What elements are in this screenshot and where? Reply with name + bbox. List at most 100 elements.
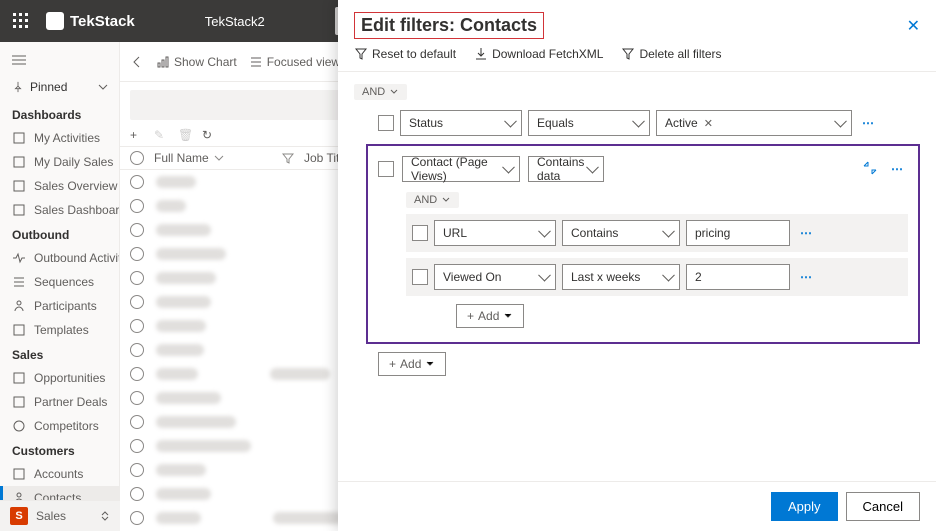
download-fetchxml-button[interactable]: Download FetchXML bbox=[474, 47, 603, 61]
focus-icon bbox=[249, 55, 263, 69]
row-more-menu[interactable]: ⋯ bbox=[796, 270, 817, 284]
row-select[interactable] bbox=[130, 367, 144, 381]
row-select[interactable] bbox=[130, 175, 144, 189]
nav-item-outbound-activities[interactable]: Outbound Activities bbox=[0, 246, 119, 270]
updown-icon bbox=[100, 511, 110, 521]
nav-item-my-activities[interactable]: My Activities bbox=[0, 126, 119, 150]
cell-blurred bbox=[156, 320, 206, 332]
opportunity-icon bbox=[12, 371, 26, 385]
nav-item-templates[interactable]: Templates bbox=[0, 318, 119, 342]
delete-all-filters-button[interactable]: Delete all filters bbox=[621, 47, 721, 61]
row-select[interactable] bbox=[130, 319, 144, 333]
row-select[interactable] bbox=[130, 199, 144, 213]
operator-select-lastxweeks[interactable]: Last x weeks bbox=[562, 264, 680, 290]
apply-button[interactable]: Apply bbox=[771, 492, 838, 521]
new-row-button[interactable]: + bbox=[130, 128, 144, 142]
nav-item-partner-deals[interactable]: Partner Deals bbox=[0, 390, 119, 414]
value-select-active[interactable]: Active✕ bbox=[656, 110, 852, 136]
nav-item-opportunities[interactable]: Opportunities bbox=[0, 366, 119, 390]
row-select[interactable] bbox=[130, 247, 144, 261]
account-icon bbox=[12, 467, 26, 481]
row-select[interactable] bbox=[130, 271, 144, 285]
row-checkbox[interactable] bbox=[378, 115, 394, 131]
filter-reset-icon bbox=[354, 47, 368, 61]
area-switcher[interactable]: S Sales bbox=[0, 500, 120, 531]
sitemap-nav: Pinned Dashboards My Activities My Daily… bbox=[0, 42, 120, 531]
field-select-url[interactable]: URL bbox=[434, 220, 556, 246]
nav-collapse-button[interactable] bbox=[0, 50, 119, 76]
related-entity-select[interactable]: Contact (Page Views) bbox=[402, 156, 520, 182]
nav-item-sales-overview[interactable]: Sales Overview bbox=[0, 174, 119, 198]
collapse-group-button[interactable] bbox=[863, 161, 879, 177]
nav-item-participants[interactable]: Participants bbox=[0, 294, 119, 318]
row-select[interactable] bbox=[130, 463, 144, 477]
inner-and-group[interactable]: AND bbox=[406, 192, 459, 208]
cell-blurred bbox=[270, 368, 330, 380]
chevron-down-icon bbox=[441, 195, 451, 205]
app-launcher[interactable] bbox=[0, 0, 42, 42]
operator-select-equals[interactable]: Equals bbox=[528, 110, 650, 136]
value-input-weeks[interactable] bbox=[686, 264, 790, 290]
focused-view-button[interactable]: Focused view bbox=[249, 55, 340, 69]
row-select[interactable] bbox=[130, 295, 144, 309]
show-chart-button[interactable]: Show Chart bbox=[156, 55, 237, 69]
row-more-menu[interactable]: ⋯ bbox=[858, 116, 879, 130]
row-checkbox[interactable] bbox=[412, 225, 428, 241]
row-select[interactable] bbox=[130, 487, 144, 501]
nav-section-sales: Sales bbox=[0, 342, 119, 366]
filter-icon bbox=[282, 152, 294, 164]
add-condition-outer-button[interactable]: + Add bbox=[378, 352, 446, 376]
cell-blurred bbox=[156, 488, 211, 500]
add-condition-inner-button[interactable]: + Add bbox=[456, 304, 524, 328]
condition-row-url: URL Contains ⋯ bbox=[406, 214, 908, 252]
reset-to-default-button[interactable]: Reset to default bbox=[354, 47, 456, 61]
cell-blurred bbox=[156, 200, 186, 212]
row-select[interactable] bbox=[130, 391, 144, 405]
close-button[interactable]: ✕ bbox=[907, 16, 920, 36]
clear-value-icon[interactable]: ✕ bbox=[704, 117, 713, 130]
row-select[interactable] bbox=[130, 223, 144, 237]
row-more-menu[interactable]: ⋯ bbox=[796, 226, 817, 240]
row-select[interactable] bbox=[130, 439, 144, 453]
chevron-down-icon bbox=[97, 81, 109, 93]
nav-item-sales-dashboard[interactable]: Sales Dashboard bbox=[0, 198, 119, 222]
download-icon bbox=[474, 47, 488, 61]
nav-item-competitors[interactable]: Competitors bbox=[0, 414, 119, 438]
row-select[interactable] bbox=[130, 343, 144, 357]
cancel-button[interactable]: Cancel bbox=[846, 492, 920, 521]
value-input-url[interactable] bbox=[686, 220, 790, 246]
nav-section-customers: Customers bbox=[0, 438, 119, 462]
select-all-checkbox[interactable] bbox=[130, 151, 144, 165]
row-select[interactable] bbox=[130, 415, 144, 429]
edit-filters-panel: Edit filters: Contacts ✕ Reset to defaul… bbox=[338, 0, 936, 531]
cell-blurred bbox=[156, 512, 201, 524]
template-icon bbox=[12, 323, 26, 337]
row-select[interactable] bbox=[130, 511, 144, 525]
nav-pinned[interactable]: Pinned bbox=[0, 76, 119, 102]
nav-item-sequences[interactable]: Sequences bbox=[0, 270, 119, 294]
field-select-viewedon[interactable]: Viewed On bbox=[434, 264, 556, 290]
nav-section-dashboards: Dashboards bbox=[0, 102, 119, 126]
chevron-down-icon bbox=[425, 359, 435, 369]
operator-select-contains[interactable]: Contains bbox=[562, 220, 680, 246]
back-button[interactable] bbox=[130, 55, 144, 69]
group-checkbox[interactable] bbox=[378, 161, 394, 177]
cell-blurred bbox=[156, 368, 198, 380]
area-label: Sales bbox=[36, 509, 66, 523]
col-fullname[interactable]: Full Name bbox=[154, 151, 294, 165]
group-more-menu[interactable]: ⋯ bbox=[887, 162, 908, 176]
chevron-down-icon bbox=[503, 311, 513, 321]
cell-blurred bbox=[156, 344, 204, 356]
operator-select-containsdata[interactable]: Contains data bbox=[528, 156, 604, 182]
environment-name[interactable]: TekStack2 bbox=[205, 14, 265, 29]
cell-blurred bbox=[273, 512, 343, 524]
nav-section-outbound: Outbound bbox=[0, 222, 119, 246]
nav-item-my-daily-sales[interactable]: My Daily Sales bbox=[0, 150, 119, 174]
root-and-group[interactable]: AND bbox=[354, 84, 407, 100]
panel-title: Edit filters: Contacts bbox=[354, 12, 544, 39]
row-checkbox[interactable] bbox=[412, 269, 428, 285]
pulse-icon bbox=[12, 251, 26, 265]
nav-item-accounts[interactable]: Accounts bbox=[0, 462, 119, 486]
field-select-status[interactable]: Status bbox=[400, 110, 522, 136]
refresh-button[interactable]: ↻ bbox=[202, 128, 216, 142]
